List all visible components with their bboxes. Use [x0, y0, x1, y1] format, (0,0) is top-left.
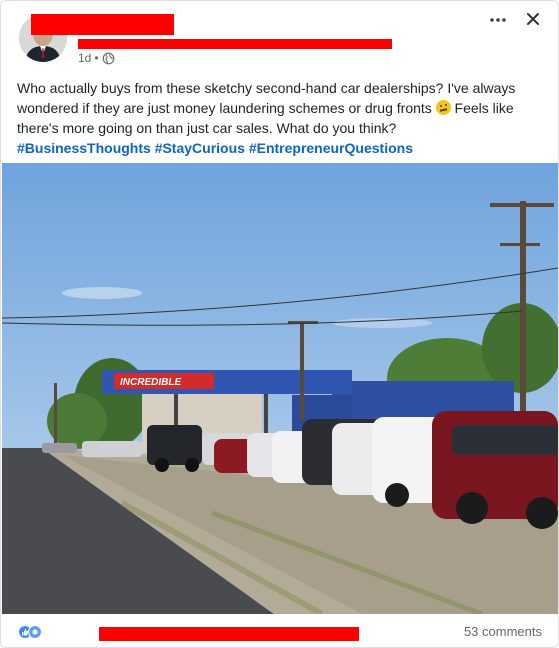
close-icon — [527, 13, 539, 25]
meta-separator: • — [94, 51, 99, 65]
author-name-redaction — [31, 14, 174, 35]
more-options-button[interactable] — [487, 9, 509, 31]
support-reaction-icon — [28, 625, 42, 639]
post-time: 1d — [78, 51, 92, 65]
globe-icon — [102, 52, 115, 65]
dealership-photo: INCREDIBLE — [2, 163, 558, 614]
post-card: 1d • Who actually buys from these sketch… — [0, 0, 559, 648]
post-meta: 1d • — [78, 51, 115, 65]
close-button[interactable] — [521, 7, 545, 31]
thinking-face-icon — [435, 100, 451, 115]
author-headline-redaction — [78, 39, 392, 49]
reaction-names-redaction — [99, 627, 359, 641]
hashtag-link[interactable]: #StayCurious — [155, 140, 245, 156]
sign-text: INCREDIBLE — [120, 377, 181, 388]
ellipsis-icon — [490, 18, 506, 22]
hashtag-link[interactable]: #BusinessThoughts — [17, 140, 151, 156]
hashtag-link[interactable]: #EntrepreneurQuestions — [249, 140, 413, 156]
comments-count-link[interactable]: 53 comments — [464, 624, 542, 639]
post-image[interactable]: INCREDIBLE — [2, 163, 558, 614]
reaction-icons[interactable] — [18, 625, 42, 639]
post-footer: 53 comments — [1, 615, 558, 647]
